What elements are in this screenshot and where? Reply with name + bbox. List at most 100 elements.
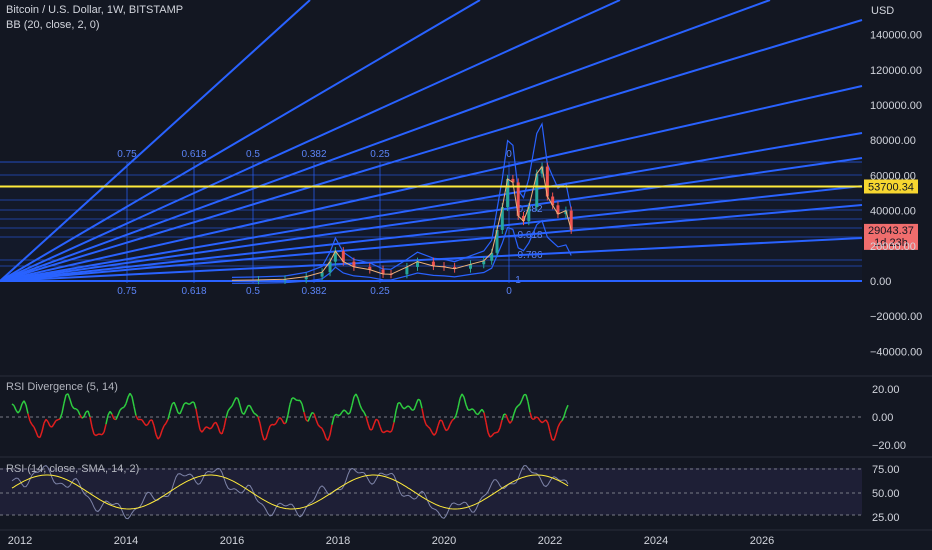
rsidiv-line-segment — [501, 413, 505, 421]
rsidiv-line-segment — [373, 418, 377, 425]
rsidiv-line-segment — [509, 420, 513, 424]
rsidiv-line-segment — [403, 406, 407, 410]
symbol-title[interactable]: Bitcoin / U.S. Dollar, 1W, BITSTAMP — [6, 4, 183, 16]
rsidiv-line-segment — [539, 420, 543, 424]
rsidiv-line-segment — [265, 431, 269, 440]
rsidiv-line-segment — [267, 425, 271, 433]
rsidiv-line-segment — [259, 423, 263, 434]
rsidiv-line-segment — [555, 426, 559, 435]
rsidiv-line-segment — [377, 420, 381, 427]
rsidiv-line-segment — [217, 426, 221, 433]
rsidiv-line-segment — [227, 407, 231, 412]
fib-label-bottom: 0.382 — [301, 286, 326, 297]
rsidiv-line-segment — [545, 419, 549, 424]
rsidiv-line-segment — [47, 421, 51, 427]
rsidiv-line-segment — [283, 422, 287, 425]
rsidiv-line-segment — [35, 431, 39, 438]
rsidiv-line-segment — [561, 416, 565, 421]
rsidiv-line-segment — [39, 431, 43, 438]
rsidiv-line-segment — [423, 418, 427, 425]
rsidiv-line-segment — [71, 405, 75, 410]
fib-label-bottom: 0 — [506, 286, 512, 297]
fib-label-top: 0.382 — [301, 149, 326, 160]
rsidiv-tick-label: −20.00 — [872, 440, 906, 452]
rsidiv-line-segment — [83, 411, 87, 417]
rsidiv-line-segment — [503, 413, 507, 416]
rsidiv-line-segment — [463, 397, 467, 405]
rsidiv-line-segment — [537, 417, 541, 422]
chart-area[interactable]: 0.750.750.6180.6180.50.50.3820.3820.250.… — [0, 0, 932, 550]
rsidiv-line-segment — [111, 413, 115, 420]
rsidiv-line-segment — [29, 420, 33, 425]
rsidiv-tick-label: 0.00 — [872, 412, 893, 424]
rsidiv-line-segment — [33, 426, 37, 432]
price-tick-label: 80000.00 — [870, 135, 916, 147]
rsidiv-line-segment — [379, 426, 383, 433]
rsidiv-line-segment — [115, 414, 119, 420]
rsidiv-line-segment — [105, 415, 109, 425]
rsidiv-line-segment — [317, 424, 321, 428]
rsidiv-line-segment — [69, 399, 73, 407]
rsidiv-line-segment — [31, 424, 35, 428]
rsidiv-line-segment — [327, 434, 331, 441]
rsidiv-line-segment — [123, 403, 127, 408]
rsidiv-line-segment — [321, 427, 325, 433]
time-tick-label: 2014 — [114, 535, 138, 547]
rsidiv-line-segment — [331, 416, 335, 425]
rsidiv-line-segment — [413, 404, 417, 411]
rsidiv-line-segment — [77, 410, 81, 416]
rsidiv-line-segment — [189, 401, 193, 405]
rsidiv-line-segment — [455, 407, 459, 416]
rsidiv-line-segment — [425, 424, 429, 428]
rsi-tick-label: 25.00 — [872, 512, 900, 524]
price-candle — [405, 266, 409, 275]
rsidiv-line-segment — [483, 412, 487, 423]
rsidiv-line-segment — [449, 420, 453, 425]
rsidiv-line-segment — [41, 423, 45, 432]
rsi-divergence-title: RSI Divergence (5, 14) — [6, 381, 118, 393]
rsidiv-line-segment — [135, 415, 139, 420]
rsidiv-line-segment — [163, 422, 167, 427]
rsidiv-line-segment — [95, 433, 99, 437]
fib-label-bottom: 0.618 — [181, 286, 206, 297]
rsidiv-line-segment — [429, 428, 433, 433]
price-tick-label: 0.00 — [870, 276, 891, 288]
rsidiv-line-segment — [103, 424, 107, 433]
rsidiv-line-segment — [237, 398, 241, 406]
rsidiv-line-segment — [223, 417, 227, 428]
rsidiv-line-segment — [547, 423, 551, 432]
rsidiv-line-segment — [169, 404, 173, 413]
rsidiv-line-segment — [269, 423, 273, 427]
rsidiv-line-segment — [493, 431, 497, 434]
rsidiv-line-segment — [153, 425, 157, 435]
rsidiv-line-segment — [347, 412, 351, 415]
fib-label-top: 0.25 — [370, 149, 390, 160]
rsidiv-line-segment — [505, 414, 509, 421]
rsidiv-line-segment — [517, 403, 521, 407]
rsidiv-line-segment — [557, 422, 561, 428]
rsidiv-line-segment — [201, 428, 205, 433]
rsidiv-line-segment — [225, 410, 229, 419]
rsidiv-line-segment — [175, 406, 179, 414]
rsidiv-line-segment — [485, 422, 489, 433]
time-tick-label: 2024 — [644, 535, 668, 547]
rsidiv-line-segment — [399, 402, 403, 407]
rsidiv-line-segment — [255, 413, 259, 418]
rsi-tick-label: 75.00 — [872, 464, 900, 476]
rsidiv-line-segment — [287, 404, 291, 415]
rsidiv-line-segment — [167, 411, 171, 420]
rsidiv-line-segment — [203, 426, 207, 430]
rsidiv-line-segment — [195, 408, 199, 421]
rsidiv-line-segment — [23, 400, 27, 406]
rsidiv-line-segment — [311, 411, 315, 415]
rsidiv-line-segment — [417, 398, 421, 401]
rsidiv-line-segment — [13, 405, 17, 411]
rsidiv-line-segment — [451, 418, 455, 422]
rsidiv-line-segment — [391, 422, 395, 431]
bb-indicator-title[interactable]: BB (20, close, 2, 0) — [6, 19, 100, 31]
time-tick-label: 2016 — [220, 535, 244, 547]
rsidiv-line-segment — [131, 396, 135, 407]
rsidiv-line-segment — [221, 427, 225, 435]
rsidiv-line-segment — [159, 430, 163, 437]
rsidiv-line-segment — [27, 413, 31, 422]
